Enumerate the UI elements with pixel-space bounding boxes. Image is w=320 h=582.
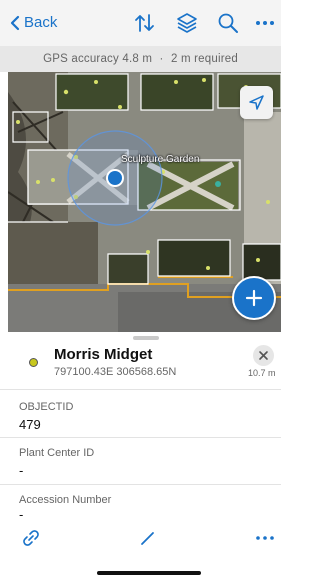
add-feature-button[interactable] xyxy=(232,276,276,320)
gps-accuracy-text: GPS accuracy 4.8 m xyxy=(43,53,153,65)
more-icon[interactable] xyxy=(253,12,277,34)
navigation-arrow-icon xyxy=(249,95,264,110)
back-chevron-icon xyxy=(10,15,20,30)
more-icon[interactable] xyxy=(254,527,276,549)
sheet-drag-handle[interactable] xyxy=(133,336,159,340)
search-icon[interactable] xyxy=(216,12,240,34)
home-indicator[interactable] xyxy=(97,571,201,575)
divider xyxy=(0,437,281,438)
close-button[interactable] xyxy=(253,345,274,366)
bottom-toolbar xyxy=(0,520,281,560)
field-value-accession-number: - xyxy=(19,507,24,519)
feature-distance: 10.7 m xyxy=(248,368,276,378)
divider xyxy=(0,389,281,390)
field-label-accession-number: Accession Number xyxy=(19,494,112,506)
gps-accuracy-banner: GPS accuracy 4.8 m · 2 m required xyxy=(0,46,281,72)
field-value-plant-center-id: - xyxy=(19,463,24,478)
plus-icon xyxy=(245,289,263,307)
back-label: Back xyxy=(24,14,58,31)
field-value-objectid: 479 xyxy=(19,417,41,432)
feature-symbol-icon xyxy=(29,358,38,367)
layers-icon[interactable] xyxy=(175,12,199,34)
sort-icon[interactable] xyxy=(133,12,157,34)
field-label-plant-center-id: Plant Center ID xyxy=(19,447,95,459)
back-button[interactable]: Back xyxy=(10,14,57,31)
feature-coordinates: 797100.43E 306568.65N xyxy=(54,366,177,378)
close-icon xyxy=(259,351,268,360)
location-dot xyxy=(108,171,122,185)
divider xyxy=(0,484,281,485)
map-label-sculpture-garden: Sculpture Garden xyxy=(121,154,200,165)
edit-pencil-icon[interactable] xyxy=(137,527,159,549)
gps-separator: · xyxy=(159,53,164,65)
link-icon[interactable] xyxy=(20,527,42,549)
top-bar: Back xyxy=(0,0,281,46)
field-label-objectid: OBJECTID xyxy=(19,401,74,413)
locate-button[interactable] xyxy=(240,86,273,119)
gps-required-text: 2 m required xyxy=(170,53,238,65)
feature-title: Morris Midget xyxy=(54,346,153,363)
